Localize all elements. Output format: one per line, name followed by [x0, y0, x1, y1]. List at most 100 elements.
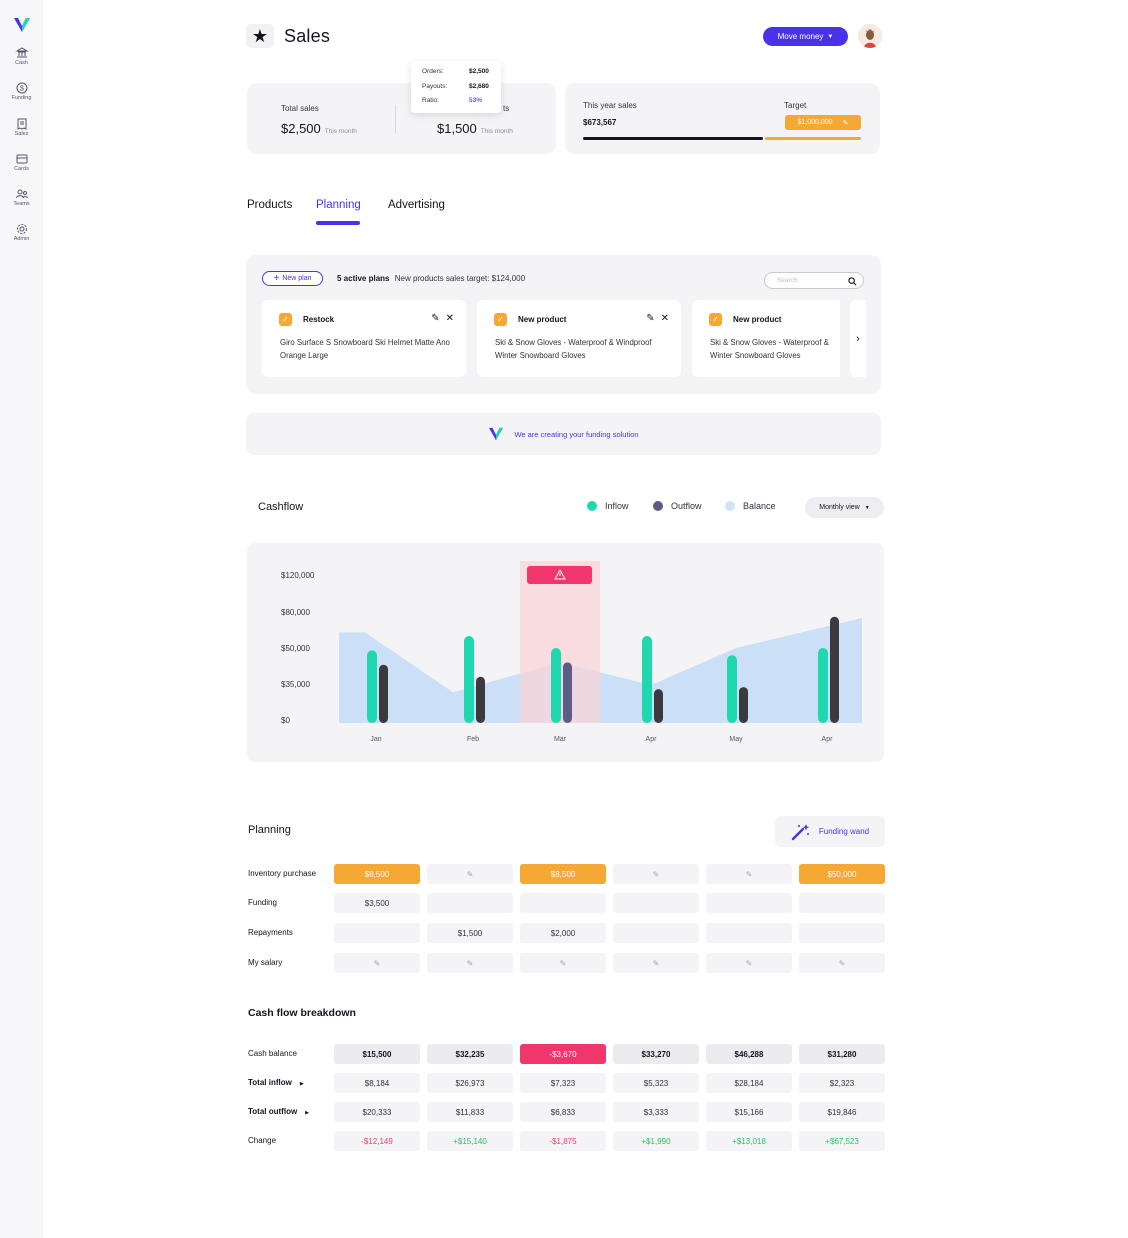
card-icon — [16, 154, 27, 164]
table-cell[interactable]: ✎ — [613, 953, 699, 973]
table-cell[interactable]: $50,000 — [799, 864, 885, 884]
pencil-icon: ✎ — [373, 958, 381, 968]
cell-value: $33,270 — [641, 1049, 671, 1059]
row-label: Inventory purchase — [248, 869, 316, 878]
gear-icon — [16, 224, 27, 234]
table-cell[interactable] — [520, 893, 606, 913]
table-cell[interactable] — [706, 923, 792, 943]
table-cell[interactable]: $8,500 — [334, 864, 420, 884]
inflow-bar — [642, 636, 652, 723]
x-tick-label: Apr — [822, 736, 834, 743]
table-cell[interactable]: ✎ — [520, 953, 606, 973]
plan-card[interactable]: ✓ New product Ski & Snow Gloves - Waterp… — [692, 300, 840, 377]
close-icon[interactable]: ✕ — [446, 313, 454, 324]
outflow-bar — [563, 662, 572, 723]
checkbox-checked-icon[interactable]: ✓ — [494, 313, 507, 326]
checkbox-checked-icon[interactable]: ✓ — [279, 313, 292, 326]
table-cell[interactable]: ✎ — [334, 953, 420, 973]
move-money-label: Move money — [777, 32, 824, 41]
table-cell[interactable]: $1,500 — [427, 923, 513, 943]
table-cell: $7,323 — [520, 1073, 606, 1093]
table-cell: $46,288 — [706, 1044, 792, 1064]
row-label[interactable]: Total inflow ▶ — [248, 1078, 304, 1087]
table-cell[interactable]: ✎ — [706, 953, 792, 973]
sidebar-item-funding[interactable]: $ Funding — [0, 81, 43, 101]
table-cell[interactable]: ✎ — [613, 864, 699, 884]
table-cell[interactable] — [613, 893, 699, 913]
plan-description: Ski & Snow Gloves - Waterproof & Winter … — [710, 338, 829, 360]
brand-logo-icon[interactable] — [13, 17, 31, 33]
plan-card[interactable]: ✓ Restock ✎ ✕ Giro Surface S Snowboard Sk… — [262, 300, 466, 377]
table-cell[interactable]: ✎ — [799, 953, 885, 973]
table-cell[interactable]: $2,000 — [520, 923, 606, 943]
cell-value: +$13,018 — [732, 1136, 766, 1146]
outflow-dot-icon — [653, 501, 663, 511]
pencil-icon: ✎ — [652, 869, 660, 879]
table-cell: +$15,140 — [427, 1131, 513, 1151]
pencil-icon[interactable]: ✎ — [646, 313, 654, 324]
plan-card[interactable]: ✓ New product ✎ ✕ Ski & Snow Gloves - Wat… — [477, 300, 681, 377]
checkbox-checked-icon[interactable]: ✓ — [709, 313, 722, 326]
table-cell[interactable]: $3,500 — [334, 893, 420, 913]
sidebar-item-cards[interactable]: Cards — [0, 152, 43, 172]
pencil-icon[interactable]: ✎ — [431, 313, 439, 324]
tab-advertising[interactable]: Advertising — [388, 199, 445, 211]
table-cell: -$12,149 — [334, 1131, 420, 1151]
table-cell[interactable]: ✎ — [427, 864, 513, 884]
search-input[interactable]: Search — [764, 272, 864, 289]
cell-value: -$12,149 — [361, 1136, 393, 1146]
table-cell[interactable] — [799, 893, 885, 913]
ratio-value: 53% — [469, 97, 483, 104]
table-cell[interactable]: ✎ — [427, 953, 513, 973]
caret-right-icon[interactable]: ▶ — [305, 1110, 309, 1116]
close-icon[interactable]: ✕ — [661, 313, 669, 324]
favorite-star-icon[interactable]: ★ — [246, 24, 274, 48]
balance-area — [339, 618, 862, 723]
sidebar-item-teams[interactable]: Teams — [0, 187, 43, 207]
divider — [395, 105, 396, 133]
avatar[interactable] — [858, 24, 882, 48]
plan-title: Restock — [303, 315, 335, 324]
tab-products[interactable]: Products — [247, 199, 292, 211]
table-cell: $8,184 — [334, 1073, 420, 1093]
table-cell: $33,270 — [613, 1044, 699, 1064]
sidebar-item-sales[interactable]: Sales — [0, 117, 43, 137]
table-cell[interactable] — [427, 893, 513, 913]
outflow-bar — [739, 687, 748, 723]
sidebar-item-cash[interactable]: Cash — [0, 46, 43, 66]
pencil-icon: ✎ — [652, 958, 660, 968]
x-tick-label: Jan — [370, 736, 381, 743]
orders-label: Orders: — [422, 68, 444, 75]
funding-wand-button[interactable]: Funding wand — [775, 816, 885, 847]
new-plan-button[interactable]: + New plan — [262, 271, 323, 286]
monthly-view-dropdown[interactable]: Monthly view ▼ — [805, 497, 884, 518]
cell-value: $19,846 — [827, 1107, 857, 1117]
legend-inflow: Inflow — [587, 501, 629, 511]
sidebar-item-label: Sales — [14, 131, 29, 137]
cell-value: $11,833 — [455, 1107, 485, 1117]
target-edit-field[interactable]: $1,000,000 ✎ — [785, 115, 861, 130]
plan-title: New product — [518, 315, 567, 324]
move-money-button[interactable]: Move money ▼ — [763, 27, 848, 46]
table-cell[interactable] — [799, 923, 885, 943]
new-plan-label: New plan — [282, 275, 312, 282]
tab-planning[interactable]: Planning — [316, 199, 361, 211]
table-cell[interactable] — [334, 923, 420, 943]
pencil-icon: ✎ — [745, 958, 753, 968]
chevron-right-icon[interactable]: › — [850, 300, 866, 377]
table-cell[interactable] — [706, 893, 792, 913]
target-card: This year sales $673,567 Target $1,000,0… — [565, 83, 880, 154]
table-cell[interactable]: ✎ — [706, 864, 792, 884]
cell-value: $6,833 — [550, 1107, 576, 1117]
row-label[interactable]: Total outflow ▶ — [248, 1107, 309, 1116]
sidebar-item-admin[interactable]: Admin — [0, 222, 43, 242]
table-cell[interactable]: $8,500 — [520, 864, 606, 884]
caret-right-icon[interactable]: ▶ — [300, 1081, 304, 1087]
plan-title: New product — [733, 315, 782, 324]
table-cell: $26,973 — [427, 1073, 513, 1093]
period-label: This month — [324, 128, 357, 135]
row-label-text: Total outflow — [248, 1107, 298, 1116]
cell-value: $3,333 — [643, 1107, 669, 1117]
table-cell[interactable] — [613, 923, 699, 943]
funding-banner-text: We are creating your funding solution — [514, 429, 639, 439]
